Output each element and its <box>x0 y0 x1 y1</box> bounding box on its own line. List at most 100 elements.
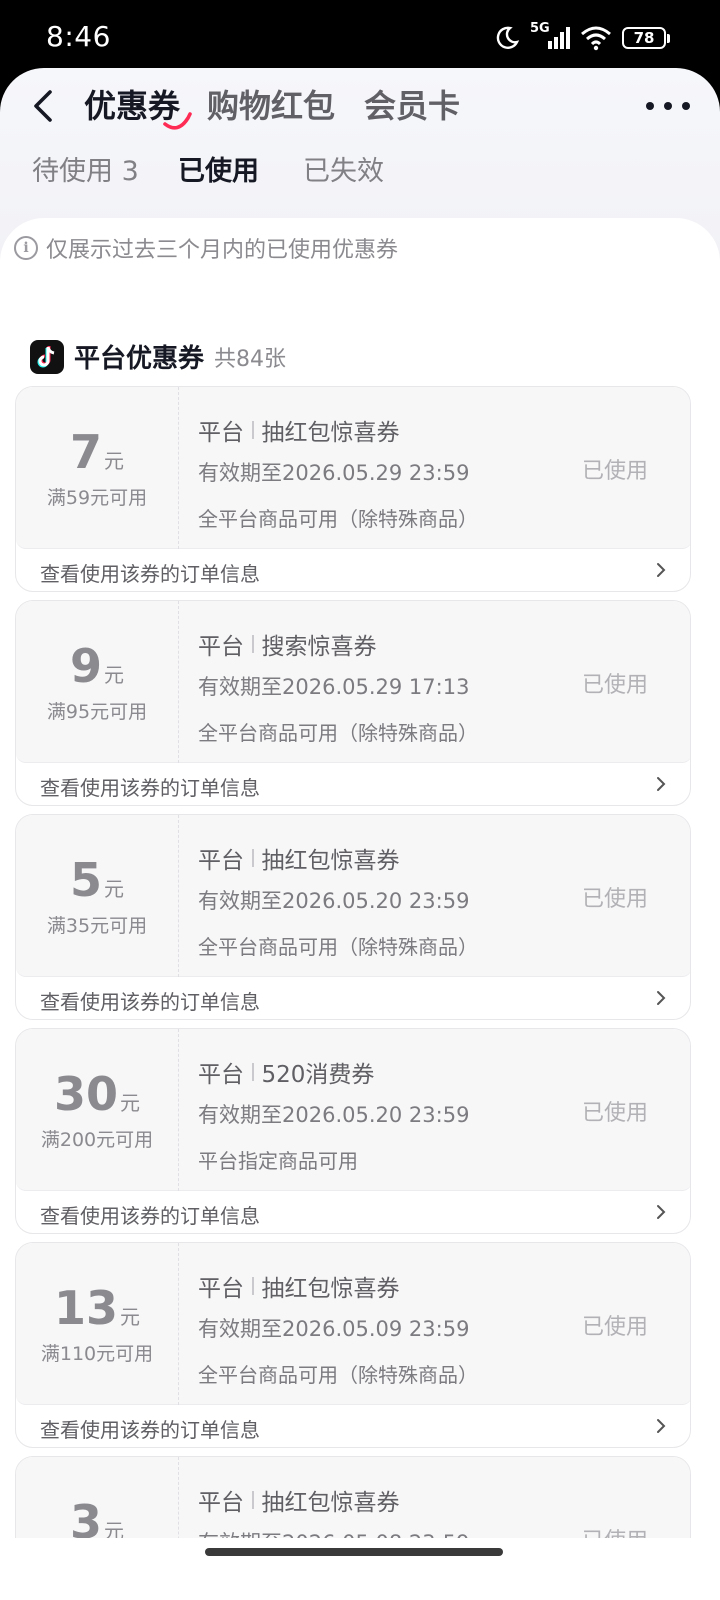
coupon-value-area: 30 元 满200元可用 <box>16 1029 178 1191</box>
more-icon[interactable] <box>646 96 690 116</box>
coupon-card[interactable]: 5元 满35元可用 平台 抽红包惊喜券 有效期至2026.05.20 23:59 … <box>15 814 691 1020</box>
coupon-source: 平台 <box>198 420 244 446</box>
coupon-validity: 有效期至2026.05.29 17:13 <box>198 675 470 699</box>
coupon-scope: 全平台商品可用（除特殊商品） <box>198 935 478 959</box>
amount-number: 5 <box>69 853 102 907</box>
coupon-condition: 满200元可用 <box>40 1129 154 1151</box>
coupon-amount: 13 元 <box>16 1283 178 1333</box>
coupon-info: 平台 抽红包惊喜券 有效期至2026.05.09 23:59 全平台商品可用（除特… <box>198 1269 478 1388</box>
coupon-name: 抽红包惊喜券 <box>261 1276 400 1302</box>
coupon-amount: 5元 <box>16 855 178 905</box>
dashed-divider <box>178 387 179 549</box>
back-arrow-icon[interactable] <box>28 86 62 126</box>
coupon-info: 平台 搜索惊喜券 有效期至2026.05.29 17:13 全平台商品可用（除特殊… <box>198 627 478 746</box>
coupon-info: 平台 520消费券 有效期至2026.05.20 23:59 平台指定商品可用 <box>198 1055 469 1174</box>
chevron-right-icon <box>657 563 666 577</box>
order-info-row[interactable]: 查看使用该券的订单信息 <box>16 763 690 805</box>
amount-number: 9 <box>69 639 102 693</box>
tab-shopping-redpacket[interactable]: 购物红包 <box>207 84 335 128</box>
order-info-link[interactable]: 查看使用该券的订单信息 <box>40 772 260 801</box>
coupon-condition: 满35元可用 <box>46 915 148 937</box>
battery-icon: 78 <box>622 27 670 49</box>
tiktok-logo-icon <box>30 339 64 374</box>
coupon-info: 平台 抽红包惊喜券 有效期至2026.05.29 23:59 全平台商品可用（除特… <box>198 413 478 532</box>
coupon-status: 已使用 <box>581 459 648 484</box>
subtab-expired[interactable]: 已失效 <box>303 152 384 192</box>
coupon-source: 平台 <box>198 1062 244 1088</box>
dashed-divider <box>178 1029 179 1191</box>
coupon-source: 平台 <box>198 1276 244 1302</box>
section-header: 平台优惠券 共84张 <box>30 338 286 375</box>
chevron-right-icon <box>657 991 666 1005</box>
coupon-source: 平台 <box>198 1490 244 1516</box>
notice-text: 仅展示过去三个月内的已使用优惠券 <box>46 238 399 263</box>
dashed-divider <box>178 601 179 763</box>
subtab-used[interactable]: 已使用 <box>178 152 259 192</box>
moon-icon <box>496 26 520 49</box>
coupon-value-area: 5元 满35元可用 <box>16 815 178 977</box>
order-info-row[interactable]: 查看使用该券的订单信息 <box>16 977 690 1019</box>
home-indicator[interactable] <box>205 1548 503 1556</box>
amount-number: 30 <box>53 1067 118 1121</box>
coupon-name: 抽红包惊喜券 <box>261 848 400 874</box>
wifi-icon <box>581 26 611 51</box>
status-bar: 8:46 5G 78 <box>0 0 720 78</box>
info-icon: i <box>14 236 38 260</box>
coupon-body: 5元 满35元可用 平台 抽红包惊喜券 有效期至2026.05.20 23:59 … <box>16 815 690 977</box>
order-info-row[interactable]: 查看使用该券的订单信息 <box>16 1405 690 1447</box>
coupon-value-area: 9元 满95元可用 <box>16 601 178 763</box>
chevron-right-icon <box>657 777 666 791</box>
coupon-name: 抽红包惊喜券 <box>261 1490 400 1516</box>
tab-membership-card[interactable]: 会员卡 <box>364 84 460 128</box>
order-info-row[interactable]: 查看使用该券的订单信息 <box>16 549 690 591</box>
amount-unit: 元 <box>120 1305 140 1329</box>
section-title: 平台优惠券 <box>74 344 205 374</box>
coupon-card[interactable]: 30 元 满200元可用 平台 520消费券 有效期至2026.05.20 23:5… <box>15 1028 691 1234</box>
order-info-row[interactable]: 查看使用该券的订单信息 <box>16 1191 690 1233</box>
coupon-info: 平台 抽红包惊喜券 有效期至2026.05.20 23:59 全平台商品可用（除特… <box>198 841 478 960</box>
chevron-right-icon <box>657 1419 666 1433</box>
coupon-condition: 满95元可用 <box>46 701 148 723</box>
amount-unit: 元 <box>104 663 124 687</box>
coupon-amount: 7元 <box>16 427 178 477</box>
coupon-validity: 有效期至2026.05.20 23:59 <box>198 889 470 913</box>
coupon-status: 已使用 <box>581 1315 648 1340</box>
coupon-card[interactable]: 9元 满95元可用 平台 搜索惊喜券 有效期至2026.05.29 17:13 全… <box>15 600 691 806</box>
coupon-validity: 有效期至2026.05.20 23:59 <box>198 1103 470 1127</box>
coupon-name: 搜索惊喜券 <box>261 634 377 660</box>
subtab-pending[interactable]: 待使用 3 <box>32 152 139 192</box>
coupon-source: 平台 <box>198 848 244 874</box>
coupon-amount: 9元 <box>16 641 178 691</box>
coupon-condition: 满110元可用 <box>40 1343 154 1365</box>
coupon-condition: 满59元可用 <box>46 487 148 509</box>
order-info-link[interactable]: 查看使用该券的订单信息 <box>40 1200 260 1229</box>
battery-level: 78 <box>622 27 666 49</box>
amount-number: 13 <box>53 1281 118 1335</box>
section-count: 共84张 <box>214 346 287 372</box>
status-time: 8:46 <box>46 20 111 53</box>
coupon-card[interactable]: 7元 满59元可用 平台 抽红包惊喜券 有效期至2026.05.29 23:59 … <box>15 386 691 592</box>
coupon-sheet: 优惠券 购物红包 会员卡 待使用 3 已使用 已失效 i 仅展示过去三个月内的已… <box>0 68 720 1600</box>
coupon-value-area: 7元 满59元可用 <box>16 387 178 549</box>
coupon-scope: 全平台商品可用（除特殊商品） <box>198 721 478 745</box>
coupon-body: 30 元 满200元可用 平台 520消费券 有效期至2026.05.20 23:5… <box>16 1029 690 1191</box>
status-icons: 5G 78 <box>494 21 670 54</box>
coupon-card[interactable]: 13 元 满110元可用 平台 抽红包惊喜券 有效期至2026.05.09 23:5… <box>15 1242 691 1448</box>
order-info-link[interactable]: 查看使用该券的订单信息 <box>40 986 260 1015</box>
amount-unit: 元 <box>104 877 124 901</box>
coupon-status: 已使用 <box>581 1101 648 1126</box>
coupon-value-area: 13 元 满110元可用 <box>16 1243 178 1405</box>
active-tab-indicator <box>163 112 192 130</box>
coupon-body: 13 元 满110元可用 平台 抽红包惊喜券 有效期至2026.05.09 23:5… <box>16 1243 690 1405</box>
coupon-source: 平台 <box>198 634 244 660</box>
coupon-list: 7元 满59元可用 平台 抽红包惊喜券 有效期至2026.05.29 23:59 … <box>15 386 691 1600</box>
amount-unit: 元 <box>104 449 124 473</box>
top-nav: 优惠券 购物红包 会员卡 <box>0 68 720 148</box>
coupon-amount: 30 元 <box>16 1069 178 1119</box>
coupon-validity: 有效期至2026.05.29 23:59 <box>198 461 470 485</box>
order-info-link[interactable]: 查看使用该券的订单信息 <box>40 1414 260 1443</box>
coupon-body: 7元 满59元可用 平台 抽红包惊喜券 有效期至2026.05.29 23:59 … <box>16 387 690 549</box>
coupon-name: 抽红包惊喜券 <box>261 420 400 446</box>
order-info-link[interactable]: 查看使用该券的订单信息 <box>40 558 260 587</box>
signal-icon: 5G <box>530 21 570 51</box>
